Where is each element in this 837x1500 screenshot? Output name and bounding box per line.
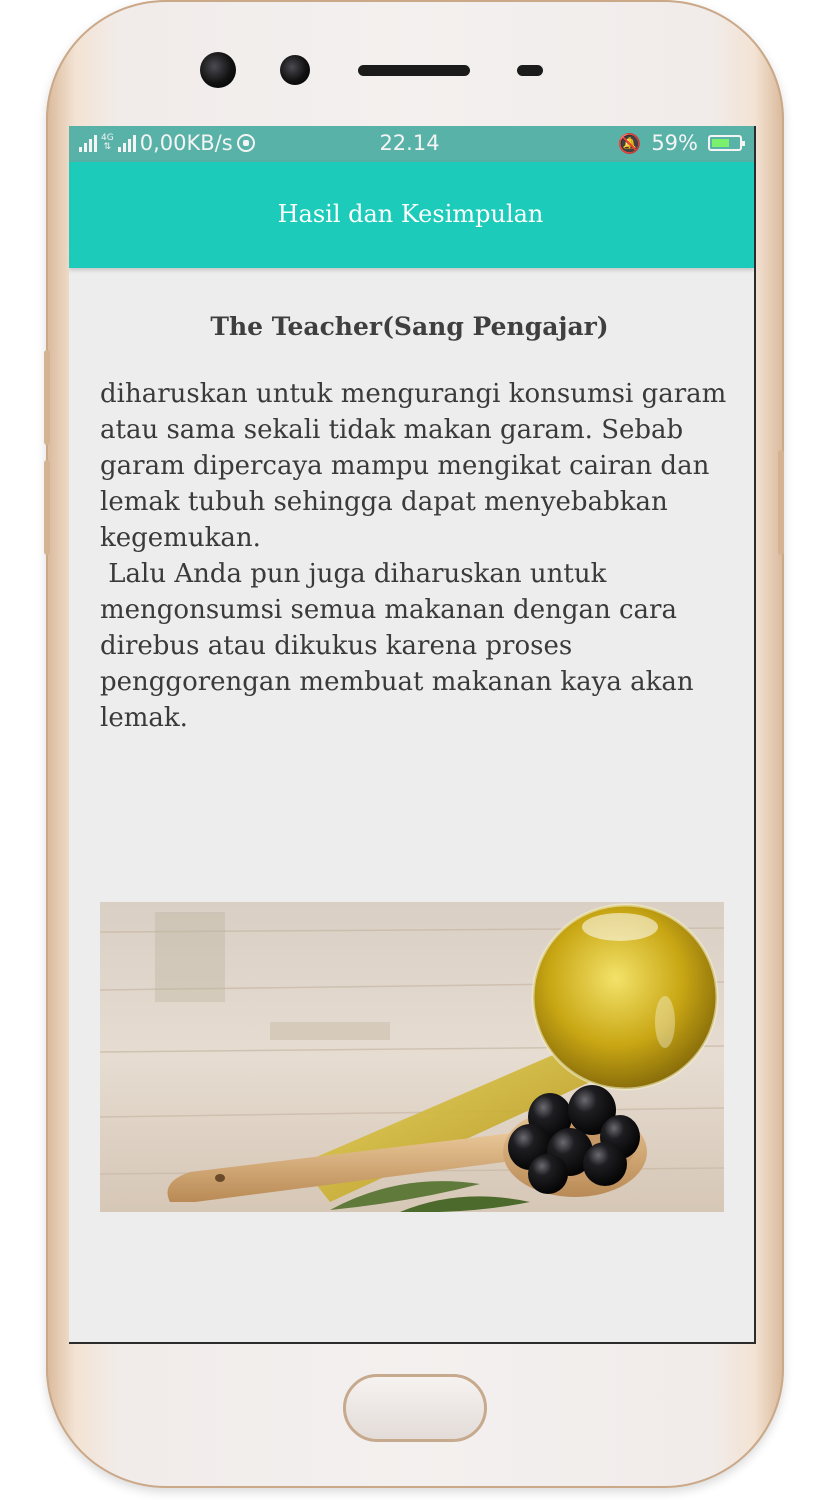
app-bar: Hasil dan Kesimpulan <box>69 162 754 268</box>
phone-screen: 4G ⇅ 0,00KB/s 22.14 🔕 59% Hasil dan Kesi… <box>69 126 756 1344</box>
proximity-sensor <box>517 65 543 76</box>
battery-charging-icon <box>708 135 745 151</box>
olive-oil-image <box>100 902 724 1212</box>
secondary-camera-icon <box>280 55 310 85</box>
front-camera-icon <box>200 52 236 88</box>
app-bar-title: Hasil dan Kesimpulan <box>277 200 544 228</box>
status-right-group: 🔕 59% <box>617 131 745 155</box>
content-title: The Teacher(Sang Pengajar) <box>210 312 609 341</box>
earpiece-speaker <box>358 65 470 76</box>
power-button[interactable] <box>778 450 784 555</box>
bell-muted-icon: 🔕 <box>617 132 642 155</box>
content-body-text: diharuskan untuk mengurangi konsumsi gar… <box>100 379 727 733</box>
volume-up-button[interactable] <box>44 350 50 445</box>
status-bar: 4G ⇅ 0,00KB/s 22.14 🔕 59% <box>69 126 754 162</box>
battery-percent: 59% <box>651 131 698 155</box>
home-button[interactable] <box>343 1374 487 1442</box>
volume-down-button[interactable] <box>44 460 50 555</box>
